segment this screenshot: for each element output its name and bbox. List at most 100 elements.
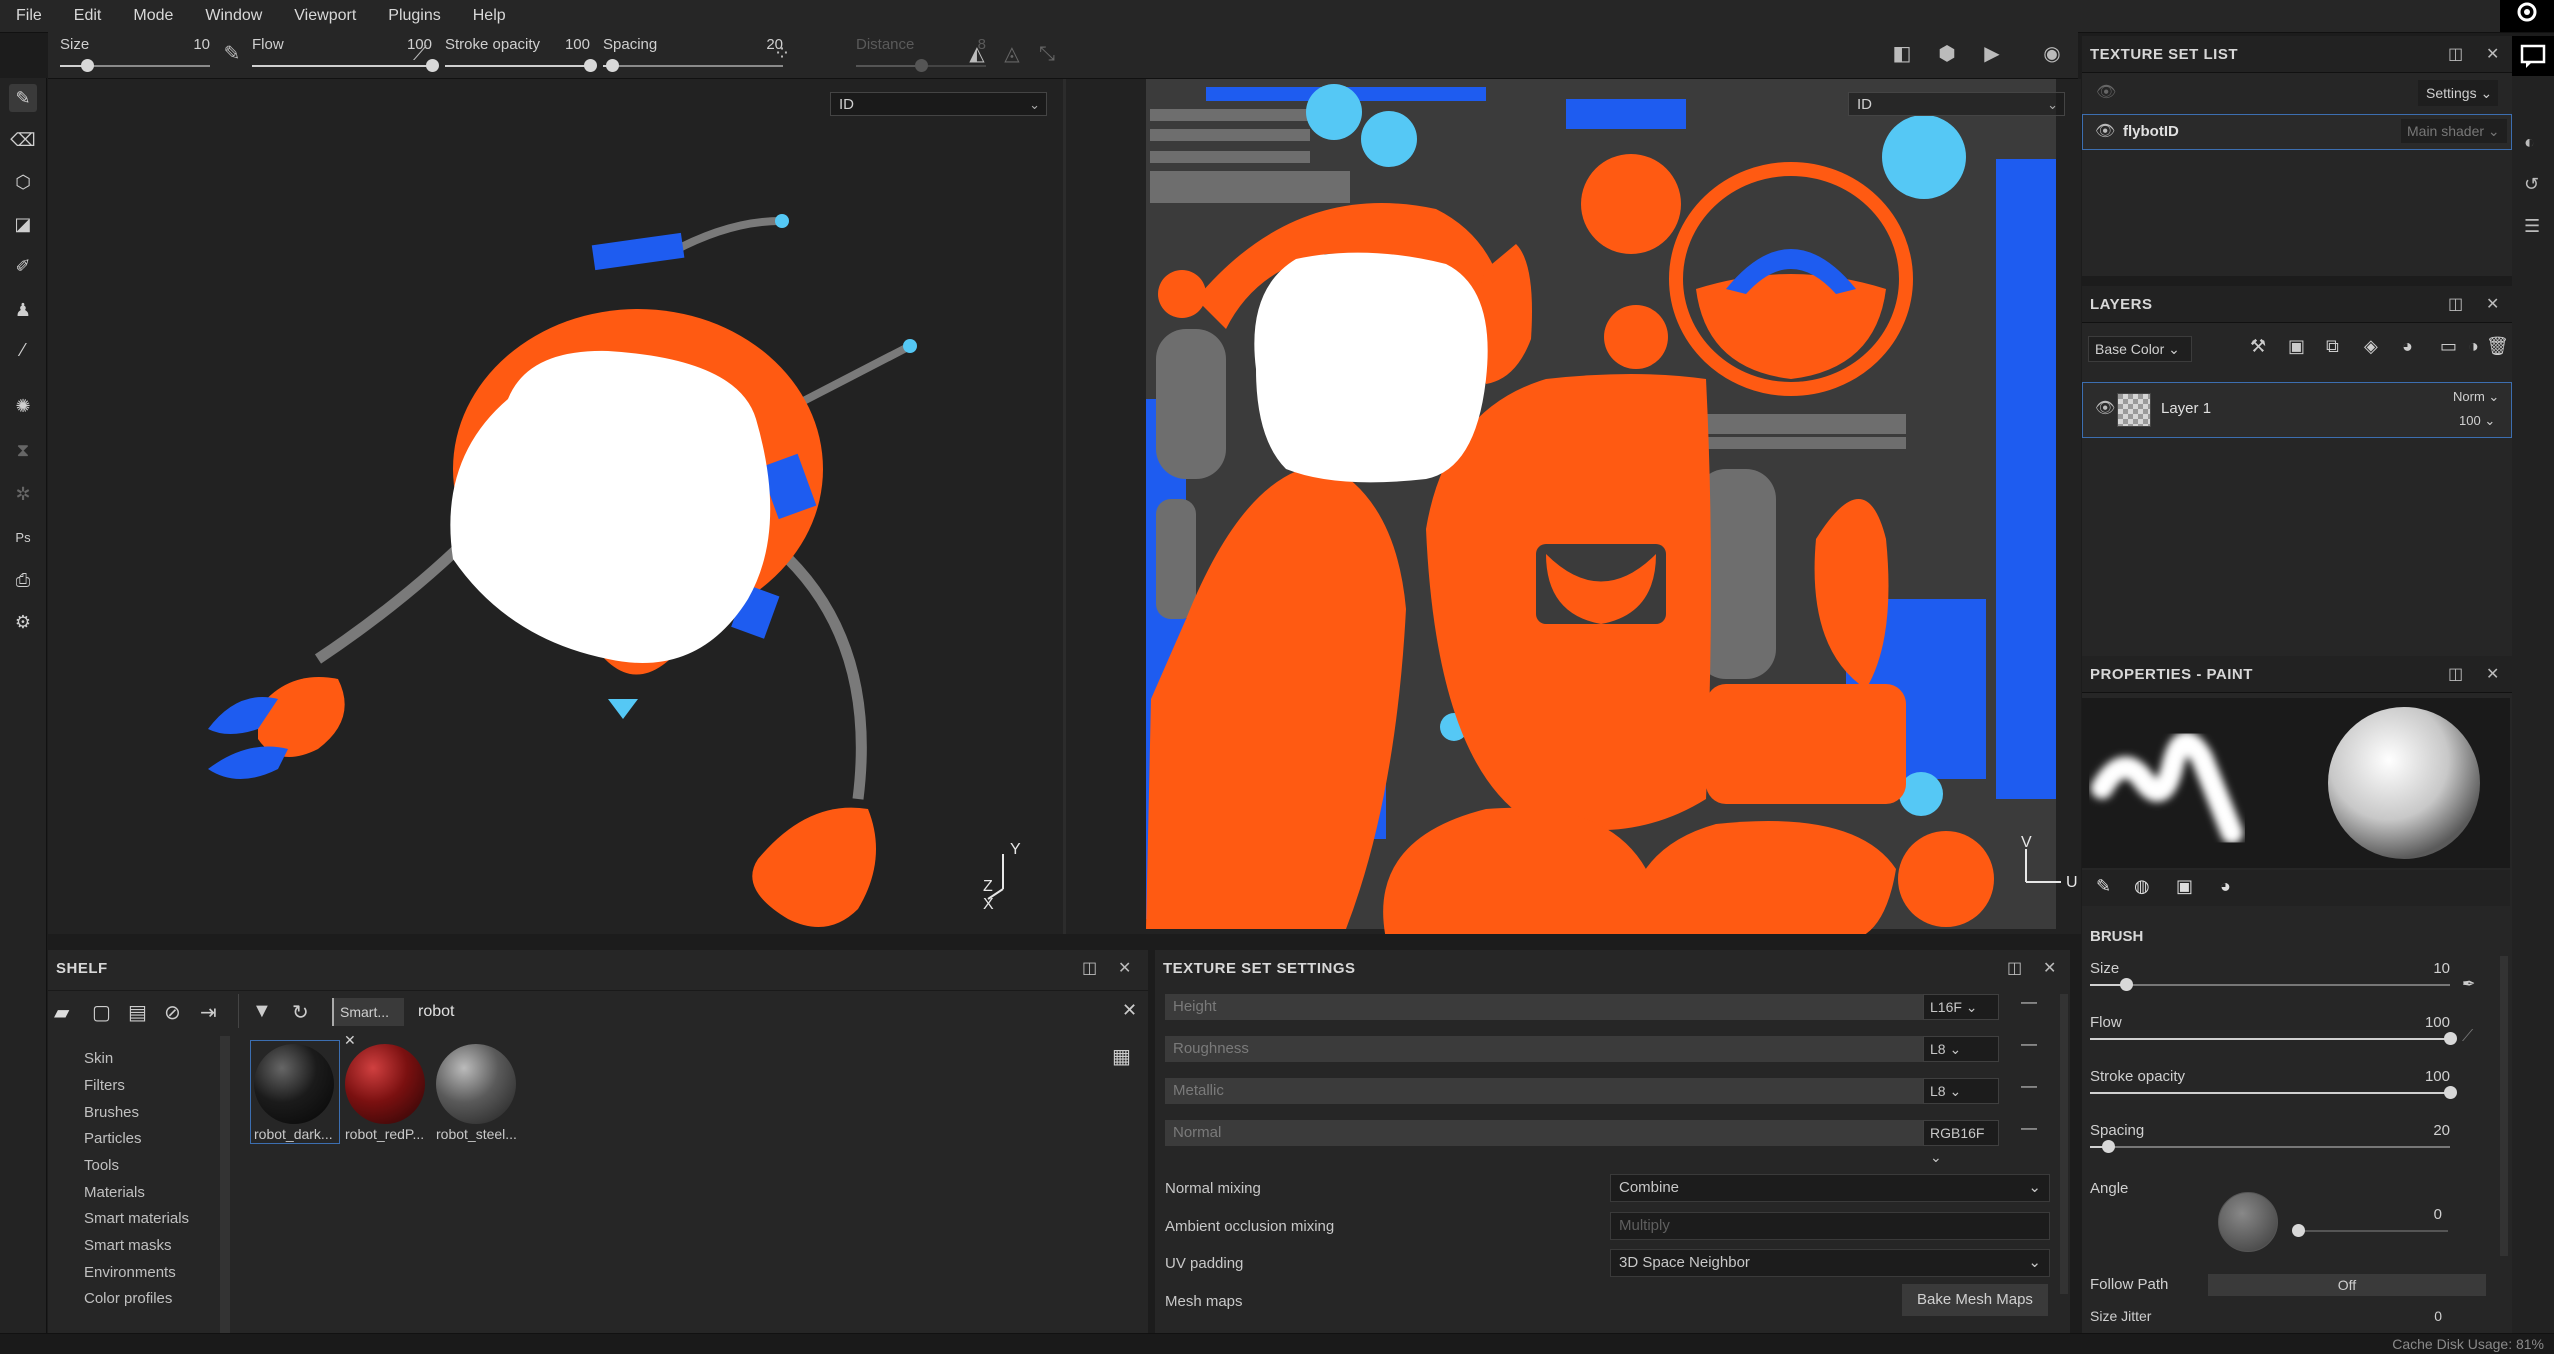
eraser-icon[interactable]: ⌫: [9, 126, 37, 154]
pen-flow-pressure-icon[interactable]: ⟋: [2462, 1028, 2473, 1046]
toolbar-flow-slider[interactable]: Flow 100: [252, 32, 439, 78]
undock-icon[interactable]: ◫: [2448, 664, 2463, 684]
close-icon[interactable]: ✕: [2486, 664, 2499, 684]
angle-dial[interactable]: [2218, 1192, 2278, 1252]
layer-blend-mode[interactable]: Norm ⌄: [2453, 389, 2499, 405]
channel-roughness-format[interactable]: L8 ⌄: [1923, 1036, 1999, 1062]
normal-mixing-select[interactable]: Combine ⌄: [1610, 1174, 2050, 1202]
toolbar-size-slider[interactable]: Size 10: [60, 32, 210, 78]
display-settings-icon[interactable]: ◐: [2524, 132, 2535, 153]
add-fill-layer-icon[interactable]: ◈: [2364, 336, 2378, 357]
shelf-search-input[interactable]: robot: [418, 998, 1108, 1026]
hourglass-icon[interactable]: ⧗: [9, 436, 37, 464]
folder-icon[interactable]: ▰: [54, 1000, 69, 1025]
viewport-2d-channel-select[interactable]: ID ⌄: [1848, 92, 2065, 116]
follow-path-toggle[interactable]: Off: [2208, 1274, 2486, 1296]
smudge-icon[interactable]: ✐: [9, 252, 37, 280]
history-icon[interactable]: ↺: [2524, 174, 2539, 195]
filter-tag[interactable]: Smart... ✕: [332, 998, 404, 1048]
menu-edit[interactable]: Edit: [58, 7, 118, 25]
brush-flow-slider[interactable]: Flow 100: [2090, 1014, 2457, 1045]
clone-stamp-icon[interactable]: ♟: [9, 296, 37, 324]
undock-icon[interactable]: ◫: [2448, 44, 2463, 64]
add-layer-icon[interactable]: ⧉: [2326, 336, 2339, 357]
layer-opacity[interactable]: 100 ⌄: [2459, 413, 2495, 429]
brush-settings-icon[interactable]: ✎: [218, 40, 246, 68]
toolbar-spacing-slider[interactable]: Spacing 20: [603, 32, 783, 78]
camera-video-icon[interactable]: ▶: [1978, 40, 2006, 68]
settings-dropdown[interactable]: Settings ⌄: [2418, 80, 2498, 106]
menu-window[interactable]: Window: [189, 7, 278, 25]
channel-height-format[interactable]: L16F ⌄: [1923, 994, 1999, 1020]
category-smart-masks[interactable]: Smart masks: [84, 1237, 172, 1254]
viewport-3d[interactable]: ID ⌄ Y Z X: [48, 79, 1063, 934]
close-icon[interactable]: ✕: [2486, 294, 2499, 314]
filter-icon[interactable]: ▼: [252, 1000, 272, 1023]
shader-select[interactable]: Main shader ⌄: [2401, 119, 2507, 143]
split-view-icon[interactable]: ◧: [1888, 40, 1916, 68]
remove-channel-icon[interactable]: —: [2021, 1120, 2037, 1138]
menu-mode[interactable]: Mode: [117, 7, 189, 25]
refresh-icon[interactable]: ↻: [292, 1000, 309, 1025]
clear-search-icon[interactable]: ✕: [1122, 1000, 1137, 1021]
add-folder-icon[interactable]: ▭: [2440, 336, 2457, 357]
screenshot-camera-icon[interactable]: ◉: [2038, 40, 2066, 68]
channel-normal-format[interactable]: RGB16F ⌄: [1923, 1120, 1999, 1165]
channel-metallic[interactable]: Metallic: [1165, 1078, 1925, 1104]
close-icon[interactable]: ✕: [2043, 958, 2056, 978]
bake-icon[interactable]: ✺: [9, 392, 37, 420]
save-icon[interactable]: ▤: [128, 1000, 147, 1025]
brush-tab-icon[interactable]: ✎: [2096, 876, 2111, 897]
channel-metallic-format[interactable]: L8 ⌄: [1923, 1078, 1999, 1104]
category-particles[interactable]: Particles: [84, 1130, 142, 1147]
category-color-profiles[interactable]: Color profiles: [84, 1290, 172, 1307]
new-item-icon[interactable]: ▢: [92, 1000, 111, 1025]
display-cube-icon[interactable]: ⬢: [1933, 40, 1961, 68]
bake-layer-icon[interactable]: ◑: [2468, 336, 2479, 357]
material-tab-icon[interactable]: ◕: [2220, 876, 2231, 897]
category-brushes[interactable]: Brushes: [84, 1104, 139, 1121]
properties-scrollbar[interactable]: [2500, 956, 2508, 1256]
hide-icon[interactable]: ⊘: [164, 1000, 181, 1025]
photoshop-icon[interactable]: Ps: [9, 524, 37, 552]
brush-spacing-slider[interactable]: Spacing 20: [2090, 1122, 2450, 1153]
add-mask-icon[interactable]: ▣: [2288, 336, 2305, 357]
channel-roughness[interactable]: Roughness: [1165, 1036, 1925, 1062]
remove-channel-icon[interactable]: —: [2021, 1036, 2037, 1054]
gear-icon[interactable]: [2500, 0, 2554, 32]
eye-icon[interactable]: 👁: [2095, 121, 2115, 141]
bake-mesh-maps-button[interactable]: Bake Mesh Maps: [1902, 1284, 2048, 1316]
delete-layer-icon[interactable]: 🗑: [2486, 336, 2509, 357]
add-smart-material-icon[interactable]: ◕: [2402, 336, 2413, 357]
tss-scrollbar[interactable]: [2060, 994, 2068, 1294]
channel-height[interactable]: Height: [1165, 994, 1925, 1020]
menu-help[interactable]: Help: [457, 7, 522, 25]
uv-padding-select[interactable]: 3D Space Neighbor ⌄: [1610, 1249, 2050, 1277]
eye-icon[interactable]: 👁: [2095, 398, 2115, 418]
transform-icon[interactable]: ⤡: [1033, 40, 1061, 68]
visibility-toggle-icon[interactable]: 👁: [2096, 82, 2116, 102]
category-environments[interactable]: Environments: [84, 1264, 176, 1281]
menu-plugins[interactable]: Plugins: [372, 7, 456, 25]
menu-file[interactable]: File: [0, 7, 58, 25]
categories-scrollbar[interactable]: [220, 1036, 230, 1333]
symmetry-settings-icon[interactable]: ◬: [998, 40, 1026, 68]
remove-channel-icon[interactable]: —: [2021, 994, 2037, 1012]
remove-channel-icon[interactable]: —: [2021, 1078, 2037, 1096]
category-tools[interactable]: Tools: [84, 1157, 119, 1174]
category-smart-materials[interactable]: Smart materials: [84, 1210, 189, 1227]
alpha-tab-icon[interactable]: ◍: [2134, 876, 2150, 897]
texture-set-row[interactable]: 👁 flybotID Main shader ⌄: [2082, 114, 2512, 150]
brush-size-slider[interactable]: Size 10: [2090, 960, 2450, 991]
chat-icon[interactable]: [2512, 36, 2554, 76]
polygon-fill-icon[interactable]: ◪: [9, 210, 37, 238]
undock-icon[interactable]: ◫: [2448, 294, 2463, 314]
brush-stroke-opacity-slider[interactable]: Stroke opacity 100: [2090, 1068, 2457, 1099]
shelf-item-robot-steel[interactable]: [436, 1044, 516, 1124]
grid-view-icon[interactable]: ▦: [1112, 1044, 1131, 1069]
pen-size-pressure-icon[interactable]: ✒: [2462, 974, 2475, 994]
color-picker-icon[interactable]: ⁄: [9, 336, 37, 364]
toolbar-stroke-opacity-slider[interactable]: Stroke opacity 100: [445, 32, 597, 78]
lazy-mouse-icon[interactable]: ⁘: [768, 40, 796, 68]
export-icon[interactable]: ⎙: [9, 566, 37, 594]
